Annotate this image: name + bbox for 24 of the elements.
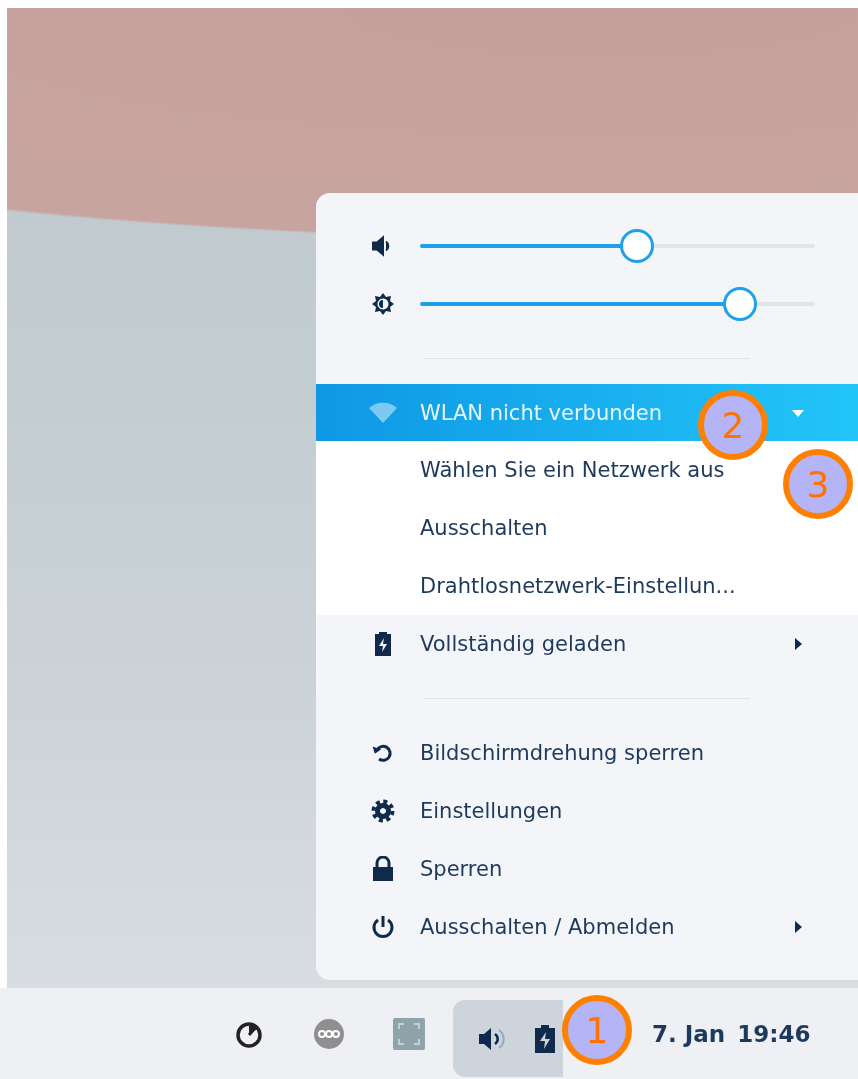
slider-thumb[interactable]: [620, 229, 655, 263]
fullscreen-icon: [393, 1017, 425, 1050]
wifi-icon: [367, 400, 399, 425]
battery-charging-icon: [373, 631, 393, 657]
menu-item[interactable]: Bildschirmdrehung sperren: [316, 724, 858, 782]
brightness-icon: [371, 292, 395, 316]
slider-track[interactable]: [420, 229, 815, 263]
time-text: 19:46: [737, 1020, 811, 1047]
chain-icon: [313, 1017, 345, 1050]
menu-item[interactable]: Ausschalten / Abmelden: [316, 898, 858, 956]
submenu-item[interactable]: Wählen Sie ein Netzwerk aus: [420, 458, 725, 482]
settings-icon: [370, 798, 396, 824]
lock-icon: [371, 856, 395, 882]
submenu-item[interactable]: Ausschalten: [420, 516, 548, 540]
menu-item[interactable]: Einstellungen: [316, 782, 858, 840]
submenu-item[interactable]: Drahtlosnetzwerk-Einstellun...: [420, 574, 736, 598]
battery-charging-icon: [533, 1023, 557, 1054]
slider-track[interactable]: [420, 287, 815, 321]
menu-item[interactable]: Sperren: [316, 840, 858, 898]
battery-menu-item[interactable]: Vollständig geladen: [316, 615, 858, 673]
power-icon: [371, 914, 395, 940]
date-text: 7. Jan: [652, 1020, 726, 1047]
slider-thumb[interactable]: [722, 287, 757, 321]
status-area-button[interactable]: [453, 1000, 563, 1077]
